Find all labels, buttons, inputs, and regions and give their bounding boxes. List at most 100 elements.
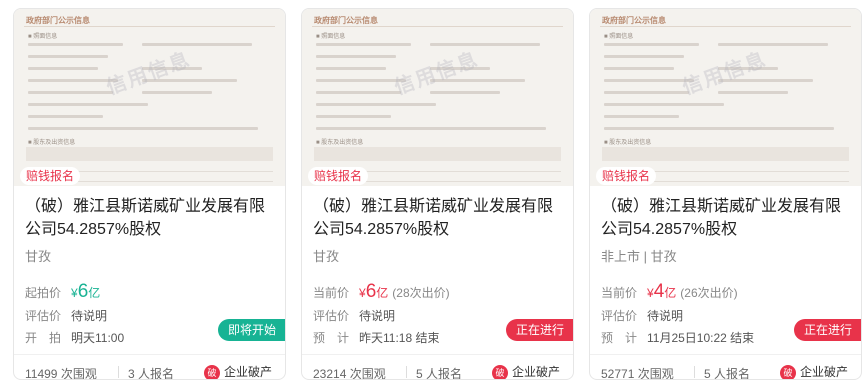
card-location: 甘孜 <box>313 249 340 264</box>
promo-badge: 赔钱报名 <box>20 167 81 185</box>
card-thumbnail[interactable]: 政府部门公示信息 ■ 照面信息 ■ 股东及出资信息 信用信息 <box>590 9 861 186</box>
thumb-line <box>142 43 252 46</box>
currency-symbol: ¥ <box>359 286 366 300</box>
price-value: 4 <box>653 281 665 302</box>
thumb-line <box>316 55 396 58</box>
bid-count: (28次出价) <box>392 286 450 300</box>
card-title[interactable]: （破）雅江县斯诺威矿业发展有限公司54.2857%股权 <box>25 195 280 241</box>
eval-row: 评估价 待说明 <box>601 307 683 324</box>
price-label: 当前价 <box>313 286 350 300</box>
thumb-line <box>316 43 411 46</box>
thumb-divider <box>312 26 563 27</box>
thumb-line <box>316 67 386 70</box>
thumb-section-heading: ■ 照面信息 <box>316 34 346 40</box>
thumb-table-header <box>602 147 849 161</box>
eval-label: 评估价 <box>313 309 350 323</box>
price-label: 起拍价 <box>25 286 62 300</box>
thumb-line <box>604 127 834 130</box>
category-label: 企业破产 <box>512 365 561 379</box>
status-badge: 正在进行 <box>505 319 573 341</box>
time-value: 11月25日10:22 结束 <box>647 331 755 345</box>
thumb-divider <box>600 26 851 27</box>
auction-card[interactable]: 政府部门公示信息 ■ 照面信息 ■ 股东及出资信息 信用信息 赔钱报名 （破）雅… <box>13 8 286 380</box>
thumb-section-heading: ■ 照面信息 <box>28 34 58 40</box>
card-thumbnail[interactable]: 政府部门公示信息 ■ 照面信息 ■ 股东及出资信息 信用信息 <box>14 9 285 186</box>
category-label: 企业破产 <box>224 365 273 379</box>
thumb-table-header <box>26 147 273 161</box>
category-tag: 破企业破产 <box>204 363 273 379</box>
thumb-section-heading: ■ 股东及出资信息 <box>28 140 76 146</box>
thumb-line <box>604 43 699 46</box>
thumb-line <box>718 43 828 46</box>
thumb-line <box>718 91 788 94</box>
auction-card[interactable]: 政府部门公示信息 ■ 照面信息 ■ 股东及出资信息 信用信息 赔钱报名 （破）雅… <box>301 8 574 380</box>
time-row: 预 计 11月25日10:22 结束 <box>601 329 754 346</box>
thumb-line <box>28 67 98 70</box>
thumb-line <box>316 127 546 130</box>
thumb-doc-title: 政府部门公示信息 <box>602 16 666 25</box>
status-badge: 正在进行 <box>793 319 861 341</box>
price-unit: 亿 <box>664 286 677 300</box>
thumb-line <box>316 103 436 106</box>
time-label: 开 拍 <box>25 331 62 345</box>
thumb-line <box>142 91 212 94</box>
thumb-line <box>316 91 401 94</box>
eval-row: 评估价 待说明 <box>313 307 395 324</box>
card-location: 甘孜 <box>25 249 52 264</box>
thumb-line <box>28 43 123 46</box>
thumb-line <box>430 91 500 94</box>
card-location: 非上市 | 甘孜 <box>601 249 677 264</box>
thumb-table-header <box>314 147 561 161</box>
card-footer: 11499 次围观 3 人报名 破企业破产 <box>14 354 285 380</box>
time-row: 预 计昨天11:18 结束 <box>313 329 439 346</box>
thumb-line <box>28 91 113 94</box>
bankruptcy-icon: 破 <box>780 364 796 379</box>
divider <box>118 366 119 378</box>
category-tag: 破企业破产 <box>780 363 849 379</box>
view-count: 52771 次围观 <box>601 367 674 380</box>
thumb-line <box>28 127 258 130</box>
time-value: 昨天11:18 结束 <box>359 331 440 345</box>
thumb-line <box>604 103 724 106</box>
thumb-doc-title: 政府部门公示信息 <box>314 16 378 25</box>
promo-badge: 赔钱报名 <box>308 167 369 185</box>
card-thumbnail[interactable]: 政府部门公示信息 ■ 照面信息 ■ 股东及出资信息 信用信息 <box>302 9 573 186</box>
bid-count: (26次出价) <box>680 286 738 300</box>
price-value: 6 <box>365 281 377 302</box>
currency-symbol: ¥ <box>647 286 654 300</box>
eval-value: 待说明 <box>71 309 108 323</box>
price-row: 当前价 ¥4亿 (26次出价) <box>601 281 738 303</box>
divider <box>406 366 407 378</box>
bankruptcy-icon: 破 <box>204 364 220 379</box>
price-unit: 亿 <box>376 286 389 300</box>
time-label: 预 计 <box>313 331 350 345</box>
category-label: 企业破产 <box>800 365 849 379</box>
auction-card[interactable]: 政府部门公示信息 ■ 照面信息 ■ 股东及出资信息 信用信息 赔钱报名 （破）雅… <box>589 8 862 380</box>
thumb-section-heading: ■ 股东及出资信息 <box>604 140 652 146</box>
thumb-line <box>316 115 391 118</box>
card-title[interactable]: （破）雅江县斯诺威矿业发展有限公司54.2857%股权 <box>601 195 856 241</box>
eval-row: 评估价 待说明 <box>25 307 107 324</box>
category-tag: 破企业破产 <box>492 363 561 379</box>
promo-badge: 赔钱报名 <box>596 167 657 185</box>
thumb-line <box>28 55 108 58</box>
thumb-line <box>28 115 103 118</box>
time-row: 开 拍明天11:00 <box>25 329 124 346</box>
thumb-section-heading: ■ 股东及出资信息 <box>316 140 364 146</box>
currency-symbol: ¥ <box>71 286 78 300</box>
view-count: 11499 次围观 <box>25 367 97 380</box>
eval-label: 评估价 <box>25 309 62 323</box>
price-unit: 亿 <box>88 286 101 300</box>
signup-count: 3 人报名 <box>128 367 175 380</box>
thumb-line <box>604 67 674 70</box>
price-row: 当前价 ¥6亿 (28次出价) <box>313 281 450 303</box>
eval-value: 待说明 <box>359 309 396 323</box>
price-value: 6 <box>77 281 89 302</box>
thumb-doc-title: 政府部门公示信息 <box>26 16 90 25</box>
price-label: 当前价 <box>601 286 638 300</box>
status-badge: 即将开始 <box>217 319 285 341</box>
card-title[interactable]: （破）雅江县斯诺威矿业发展有限公司54.2857%股权 <box>313 195 568 241</box>
time-label: 预 计 <box>601 331 638 345</box>
card-footer: 23214 次围观 5 人报名 破企业破产 <box>302 354 573 379</box>
divider <box>694 366 695 378</box>
